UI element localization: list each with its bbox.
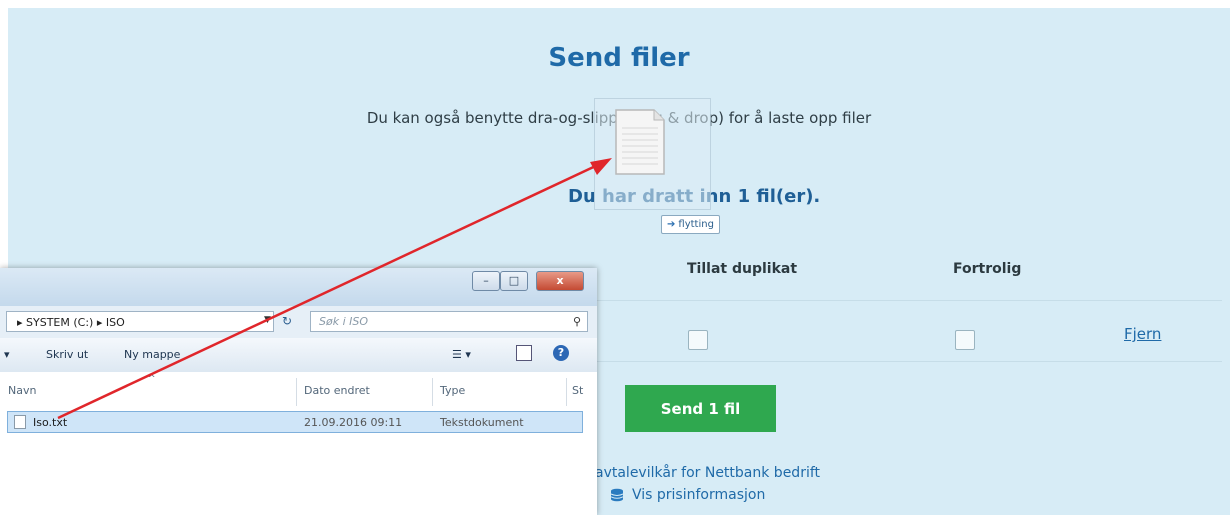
terms-link[interactable]: avtalevilkår for Nettbank bedrift [595, 465, 820, 481]
column-date[interactable]: Dato endret [304, 384, 370, 406]
drag-move-badge: ➔ flytting [661, 215, 720, 234]
move-badge-label: flytting [678, 219, 714, 230]
search-input[interactable]: Søk i ISO ⚲ [310, 311, 588, 332]
file-date: 21.09.2016 09:11 [304, 416, 403, 429]
column-name[interactable]: Navn [8, 384, 36, 406]
address-bar: ▸ SYSTEM (C:) ▸ ISO ▼ ↻ Søk i ISO ⚲ [0, 306, 597, 339]
window-titlebar[interactable]: – □ x [0, 268, 597, 307]
file-name: Iso.txt [33, 416, 68, 429]
chevron-down-icon[interactable]: ▼ [264, 315, 271, 325]
price-info-label: Vis prisinformasjon [632, 487, 766, 503]
file-icon [14, 415, 26, 429]
sort-up-icon: ^ [148, 374, 156, 384]
refresh-icon[interactable]: ↻ [282, 314, 292, 328]
file-list-header: Navn ^ Dato endret Type St [0, 372, 597, 407]
search-icon[interactable]: ⚲ [573, 315, 581, 328]
column-confidential: Fortrolig [953, 261, 1022, 277]
table-divider [590, 361, 1222, 362]
help-icon[interactable]: ? [553, 345, 569, 361]
view-options-icon[interactable]: ☰ ▾ [452, 348, 471, 361]
search-placeholder: Søk i ISO [319, 315, 369, 328]
close-button[interactable]: x [536, 271, 584, 291]
column-divider[interactable] [432, 378, 433, 406]
file-row[interactable]: Iso.txt 21.09.2016 09:11 Tekstdokument [7, 411, 583, 433]
price-info-link[interactable]: Vis prisinformasjon [610, 487, 765, 503]
explorer-toolbar: ▾ Skriv ut Ny mappe ☰ ▾ ? [0, 338, 597, 373]
send-files-button[interactable]: Send 1 fil [625, 385, 776, 432]
database-icon [610, 488, 624, 502]
column-allow-duplicate: Tillat duplikat [687, 261, 798, 277]
minimize-button[interactable]: – [472, 271, 500, 291]
new-folder-button[interactable]: Ny mappe [124, 348, 180, 361]
file-type: Tekstdokument [440, 416, 524, 429]
column-divider[interactable] [296, 378, 297, 406]
drag-file-icon [615, 109, 665, 175]
column-divider[interactable] [566, 378, 567, 406]
breadcrumb[interactable]: ▸ SYSTEM (C:) ▸ ISO [6, 311, 274, 332]
print-button[interactable]: Skriv ut [46, 348, 88, 361]
remove-file-link[interactable]: Fjern [1124, 325, 1161, 343]
maximize-button[interactable]: □ [500, 271, 528, 291]
confidential-checkbox[interactable] [955, 330, 975, 350]
allow-duplicate-checkbox[interactable] [688, 330, 708, 350]
preview-pane-icon[interactable] [516, 345, 532, 361]
chevron-down-icon[interactable]: ▾ [4, 348, 10, 361]
file-explorer-window: – □ x ▸ SYSTEM (C:) ▸ ISO ▼ ↻ Søk i ISO … [0, 268, 597, 515]
column-size[interactable]: St [572, 384, 583, 406]
page-title: Send filer [548, 43, 690, 73]
column-type[interactable]: Type [440, 384, 465, 406]
table-divider [590, 300, 1222, 301]
move-arrow-icon: ➔ [667, 219, 676, 230]
